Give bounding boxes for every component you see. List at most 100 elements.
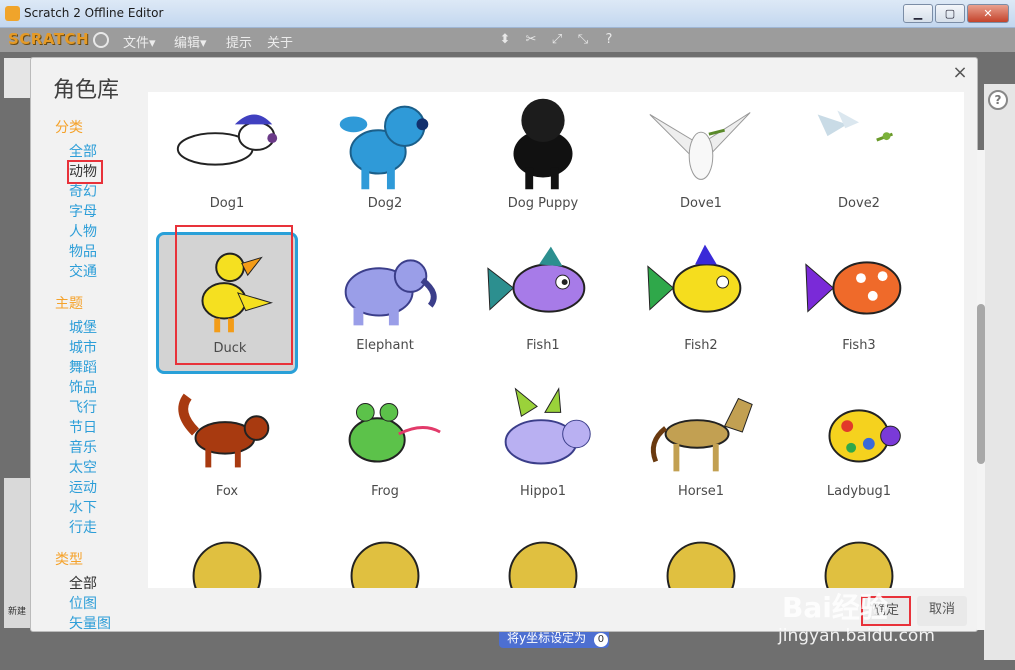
menu-about[interactable]: 关于 [267,32,293,51]
cancel-button[interactable]: 取消 [917,596,967,626]
sprite-label: Dove2 [838,196,880,211]
grow-icon[interactable]: ⤢ [549,32,565,48]
sprite-tile-fish2[interactable]: Fish2 [630,232,772,374]
window-titlebar: Scratch 2 Offline Editor ▁ ▢ ✕ [0,0,1015,28]
sprite-label: Fox [215,484,239,499]
sprite-tile-elephant[interactable]: Elephant [314,232,456,374]
sprite-thumbnail [192,541,262,588]
sprite-tile-horse1[interactable]: Horse1 [630,378,772,520]
sprite-label: Frog [371,484,399,499]
delete-scissors-icon[interactable]: ✂ [523,32,539,48]
sprite-tile-fish1[interactable]: Fish1 [472,232,614,374]
sprite-tile-dog-puppy[interactable]: Dog Puppy [472,92,614,232]
category-letters[interactable]: 字母 [55,202,145,222]
menu-edit[interactable]: 编辑▾ [174,32,207,51]
theme-flying[interactable]: 飞行 [55,398,145,418]
sprite-tile-dog1[interactable]: Dog1 [156,92,298,232]
sprite-tile[interactable] [788,522,930,588]
theme-dance[interactable]: 舞蹈 [55,358,145,378]
sprite-tile[interactable] [472,522,614,588]
language-globe-icon[interactable] [93,32,109,48]
sprite-label: Ladybug1 [826,484,892,499]
sprite-thumbnail [805,261,902,315]
dialog-close-icon[interactable]: × [951,62,969,83]
theme-castle[interactable]: 城堡 [55,318,145,338]
dialog-title: 角色库 [53,78,120,103]
shrink-icon[interactable]: ⤡ [575,32,591,48]
sprite-label: Fish3 [842,338,876,353]
sprite-label: Dog Puppy [507,196,579,211]
stage-thumbnail [4,58,32,98]
theme-sports[interactable]: 运动 [55,478,145,498]
theme-city[interactable]: 城市 [55,338,145,358]
sprite-tile-frog[interactable]: Frog [314,378,456,520]
category-all[interactable]: 全部 [55,142,145,162]
sprite-thumbnail [178,393,270,468]
category-heading: 分类 [55,120,83,136]
sprite-thumbnail [817,110,893,142]
category-transportation[interactable]: 交通 [55,262,145,282]
sprite-thumbnail [504,387,591,465]
sprite-tile-dove1[interactable]: Dove1 [630,92,772,232]
theme-underwater[interactable]: 水下 [55,498,145,518]
sprite-label: Dog2 [367,196,403,211]
sprite-tile-ladybug1[interactable]: Ladybug1 [788,378,930,520]
sprite-label: Fish2 [684,338,718,353]
scratch-app-icon [5,6,20,21]
duplicate-stamp-icon[interactable]: ⬍ [497,32,513,48]
sprite-tile[interactable] [630,522,772,588]
sprite-label: Hippo1 [519,484,567,499]
scripts-area-edge [984,84,1015,660]
library-sidebar: 分类 全部 动物 奇幻 字母 人物 物品 交通 主题 城堡 城市 舞蹈 饰品 飞… [55,118,145,646]
type-bitmap[interactable]: 位图 [55,594,145,614]
sprite-thumbnail [487,246,586,313]
sprite-tile-fox[interactable]: Fox [156,378,298,520]
sprite-tile-hippo1[interactable]: Hippo1 [472,378,614,520]
set-y-block-label: 将y坐标设定为 [507,631,587,645]
scratch-logo[interactable]: SCRATCH [8,30,89,48]
sprite-tile[interactable] [156,522,298,588]
sprite-label: Dog1 [209,196,245,211]
category-animals[interactable]: 动物 [55,160,145,184]
maximize-button[interactable]: ▢ [935,4,965,23]
baidu-watermark: Bai经验 [782,591,888,624]
sprite-tile[interactable] [314,522,456,588]
sprite-tile-fish3[interactable]: Fish3 [788,232,930,374]
category-people[interactable]: 人物 [55,222,145,242]
type-all[interactable]: 全部 [55,574,145,594]
sprite-thumbnail [828,409,901,463]
sprite-thumbnail [647,244,742,313]
sprite-thumbnail [348,402,441,463]
set-y-block-value[interactable]: 0 [593,633,608,647]
sprite-tile-dove2[interactable]: Dove2 [788,92,930,232]
menu-bar: SCRATCH 文件▾ 编辑▾ 提示 关于 ⬍ ✂ ⤢ ⤡ ? [0,28,1015,52]
sprite-tile-duck[interactable]: Duck [156,225,298,374]
sprite-tile-dog2[interactable]: Dog2 [314,92,456,232]
sprite-grid: Dog1 Dog2 Dog Puppy Dove1 Dove2 Duck Elephant F… [148,92,964,588]
help-question-icon[interactable]: ? [601,32,617,48]
theme-walking[interactable]: 行走 [55,518,145,538]
annotation-highlight [175,225,293,365]
close-window-button[interactable]: ✕ [967,4,1009,23]
sprite-thumbnail [508,541,578,588]
type-vector[interactable]: 矢量图 [55,614,145,634]
sprite-thumbnail [666,541,736,588]
sprite-thumbnail [824,541,894,588]
sprite-thumbnail [339,105,429,190]
theme-music[interactable]: 音乐 [55,438,145,458]
sprite-grid-scroll-thumb[interactable] [977,304,985,464]
theme-holiday[interactable]: 节日 [55,418,145,438]
menu-tips[interactable]: 提示 [226,32,252,51]
theme-space[interactable]: 太空 [55,458,145,478]
category-fantasy[interactable]: 奇幻 [55,182,145,202]
sprite-label: Fish1 [526,338,560,353]
menu-file[interactable]: 文件▾ [123,32,156,51]
theme-heading: 主题 [55,296,83,312]
baidu-watermark-url: jingyan.baidu.com [778,626,935,646]
minimize-button[interactable]: ▁ [903,4,933,23]
sprite-label: Elephant [356,338,414,353]
help-icon[interactable]: ? [988,90,1008,110]
category-things[interactable]: 物品 [55,242,145,262]
sprite-thumbnail [344,259,437,326]
theme-dress-up[interactable]: 饰品 [55,378,145,398]
